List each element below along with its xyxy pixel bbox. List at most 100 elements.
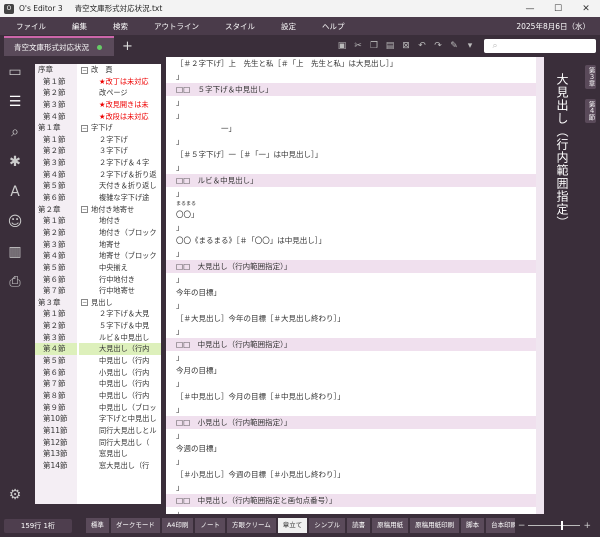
document-icon[interactable]: ▭ [0, 57, 30, 87]
section-item[interactable]: 第２節 [35, 145, 77, 157]
tree-item[interactable]: 窓見出し [79, 448, 161, 460]
copy-icon[interactable]: ❐ [366, 41, 382, 51]
chapter-item[interactable]: 第２章 [35, 204, 77, 216]
format-icon[interactable]: ✎ [446, 41, 462, 51]
tree-item[interactable]: 複雑な字下げ途 [79, 192, 161, 204]
save-icon[interactable]: ▣ [334, 41, 350, 51]
tree-item[interactable]: 中見出し（ブロッ [79, 402, 161, 414]
section-item[interactable]: 第１節 [35, 76, 77, 88]
menu-item[interactable]: 検索 [113, 21, 128, 32]
section-item[interactable]: 第１節 [35, 308, 77, 320]
section-item[interactable]: 第４節 [35, 250, 77, 262]
mode-tab[interactable]: シンプル [309, 518, 346, 533]
tree-item[interactable]: 窓大見出し（行 [79, 460, 161, 472]
section-item[interactable]: 第10節 [35, 413, 77, 425]
collapse-icon[interactable]: − [81, 299, 88, 307]
chapter-tag[interactable]: 第３章 [585, 65, 596, 89]
mode-tab[interactable]: 台本印刷 [486, 518, 515, 533]
tree-item[interactable]: 行中地寄せ [79, 285, 161, 297]
tree-item[interactable]: ★改丁は未対応 [79, 76, 161, 88]
document-tab[interactable]: 青空文庫形式対応状況 [4, 36, 114, 56]
paste-icon[interactable]: ▤ [382, 41, 398, 51]
maximize-icon[interactable]: ☐ [544, 4, 572, 14]
section-tag[interactable]: 第４節 [585, 99, 596, 123]
menu-item[interactable]: 設定 [281, 21, 296, 32]
chapter-item[interactable]: 序章 [35, 64, 77, 76]
section-item[interactable]: 第７節 [35, 378, 77, 390]
tree-group[interactable]: − 地付き地寄せ [79, 204, 161, 216]
tree-item[interactable]: 中央揃え [79, 262, 161, 274]
menu-item[interactable]: ヘルプ [322, 21, 345, 32]
redo-icon[interactable]: ↷ [430, 41, 446, 51]
tree-item[interactable]: 地付き（ブロック [79, 227, 161, 239]
mode-tab[interactable]: 方眼クリーム [226, 518, 276, 533]
minimize-icon[interactable]: — [516, 4, 544, 14]
font-icon[interactable]: A [0, 177, 30, 207]
asterisk-icon[interactable]: ✱ [0, 147, 30, 177]
tree-item[interactable]: ルビ＆中見出し [79, 332, 161, 344]
mode-tab[interactable]: 原稿用紙 [372, 518, 409, 533]
section-item[interactable]: 第３節 [35, 239, 77, 251]
memo-icon[interactable]: ▥ [0, 237, 30, 267]
section-item[interactable]: 第11節 [35, 425, 77, 437]
section-item[interactable]: 第13節 [35, 448, 77, 460]
zoom-out-icon[interactable]: − [518, 521, 526, 531]
tree-item[interactable]: 地寄せ（ブロック [79, 250, 161, 262]
section-item[interactable]: 第５節 [35, 355, 77, 367]
tree-item[interactable]: 中見出し（行内 [79, 355, 161, 367]
section-item[interactable]: 第14節 [35, 460, 77, 472]
section-item[interactable]: 第５節 [35, 262, 77, 274]
tree-item[interactable]: 地寄せ [79, 239, 161, 251]
tree-item[interactable]: 同行大見出しとル [79, 425, 161, 437]
section-item[interactable]: 第６節 [35, 274, 77, 286]
zoom-thumb[interactable] [560, 521, 563, 530]
tree-item[interactable]: ３字下げ [79, 145, 161, 157]
tree-item[interactable]: ★改見開きは未 [79, 99, 161, 111]
tree-group[interactable]: − 字下げ [79, 122, 161, 134]
settings-gear-icon[interactable]: ⚙ [0, 480, 30, 510]
chapter-item[interactable]: 第３章 [35, 297, 77, 309]
menu-item[interactable]: 編集 [72, 21, 87, 32]
tree-item[interactable]: 中見出し（行内 [79, 378, 161, 390]
tree-item[interactable]: 改ページ [79, 87, 161, 99]
mode-tab[interactable]: 読書 [347, 518, 371, 533]
delete-icon[interactable]: ⊠ [398, 41, 414, 51]
search-input[interactable] [505, 42, 596, 50]
collapse-icon[interactable]: − [81, 206, 88, 214]
section-item[interactable]: 第５節 [35, 180, 77, 192]
mode-tab[interactable]: 標準 [85, 518, 109, 533]
section-item[interactable]: 第２節 [35, 320, 77, 332]
editor-area[interactable]: ［＃２字下げ］上 先生と私［＃「上 先生と私」は大見出し］」」 □□ ５字下げ＆中… [166, 57, 544, 514]
editor-scrollbar[interactable] [536, 57, 544, 514]
section-item[interactable]: 第３節 [35, 332, 77, 344]
tree-item[interactable]: 天付き＆折り返し [79, 180, 161, 192]
section-item[interactable]: 第３節 [35, 157, 77, 169]
tree-item[interactable]: 地付き [79, 215, 161, 227]
section-item[interactable]: 第２節 [35, 227, 77, 239]
tree-item[interactable]: ５字下げ＆中見 [79, 320, 161, 332]
print-icon[interactable]: ⎙ [0, 267, 30, 297]
dropdown-icon[interactable]: ▾ [462, 41, 478, 51]
section-item[interactable]: 第１節 [35, 134, 77, 146]
section-item[interactable]: 第４節 [35, 343, 77, 356]
section-item[interactable]: 第３節 [35, 99, 77, 111]
new-tab-icon[interactable]: + [122, 39, 133, 54]
menu-item[interactable]: スタイル [225, 21, 255, 32]
section-item[interactable]: 第７節 [35, 285, 77, 297]
search-icon[interactable]: ⌕ [0, 117, 30, 147]
tree-item[interactable]: 同行大見出し（ [79, 437, 161, 449]
tree-item[interactable]: ２字下げ [79, 134, 161, 146]
character-icon[interactable]: ☺ [0, 207, 30, 237]
mode-tab[interactable]: ダークモード [110, 518, 160, 533]
mode-tab[interactable]: 原稿用紙印刷 [410, 518, 460, 533]
cut-icon[interactable]: ✂ [350, 41, 366, 51]
tree-item[interactable]: ２字下げ＆４字 [79, 157, 161, 169]
undo-icon[interactable]: ↶ [414, 41, 430, 51]
section-item[interactable]: 第２節 [35, 87, 77, 99]
tree-item[interactable]: 大見出し（行内 [79, 343, 161, 356]
section-item[interactable]: 第６節 [35, 367, 77, 379]
tree-item[interactable]: ２字下げ＆大見 [79, 308, 161, 320]
mode-tab[interactable]: 章立て [277, 518, 308, 533]
mode-tab[interactable]: A4印刷 [161, 518, 194, 533]
tree-group[interactable]: − 改 頁 [79, 64, 161, 76]
